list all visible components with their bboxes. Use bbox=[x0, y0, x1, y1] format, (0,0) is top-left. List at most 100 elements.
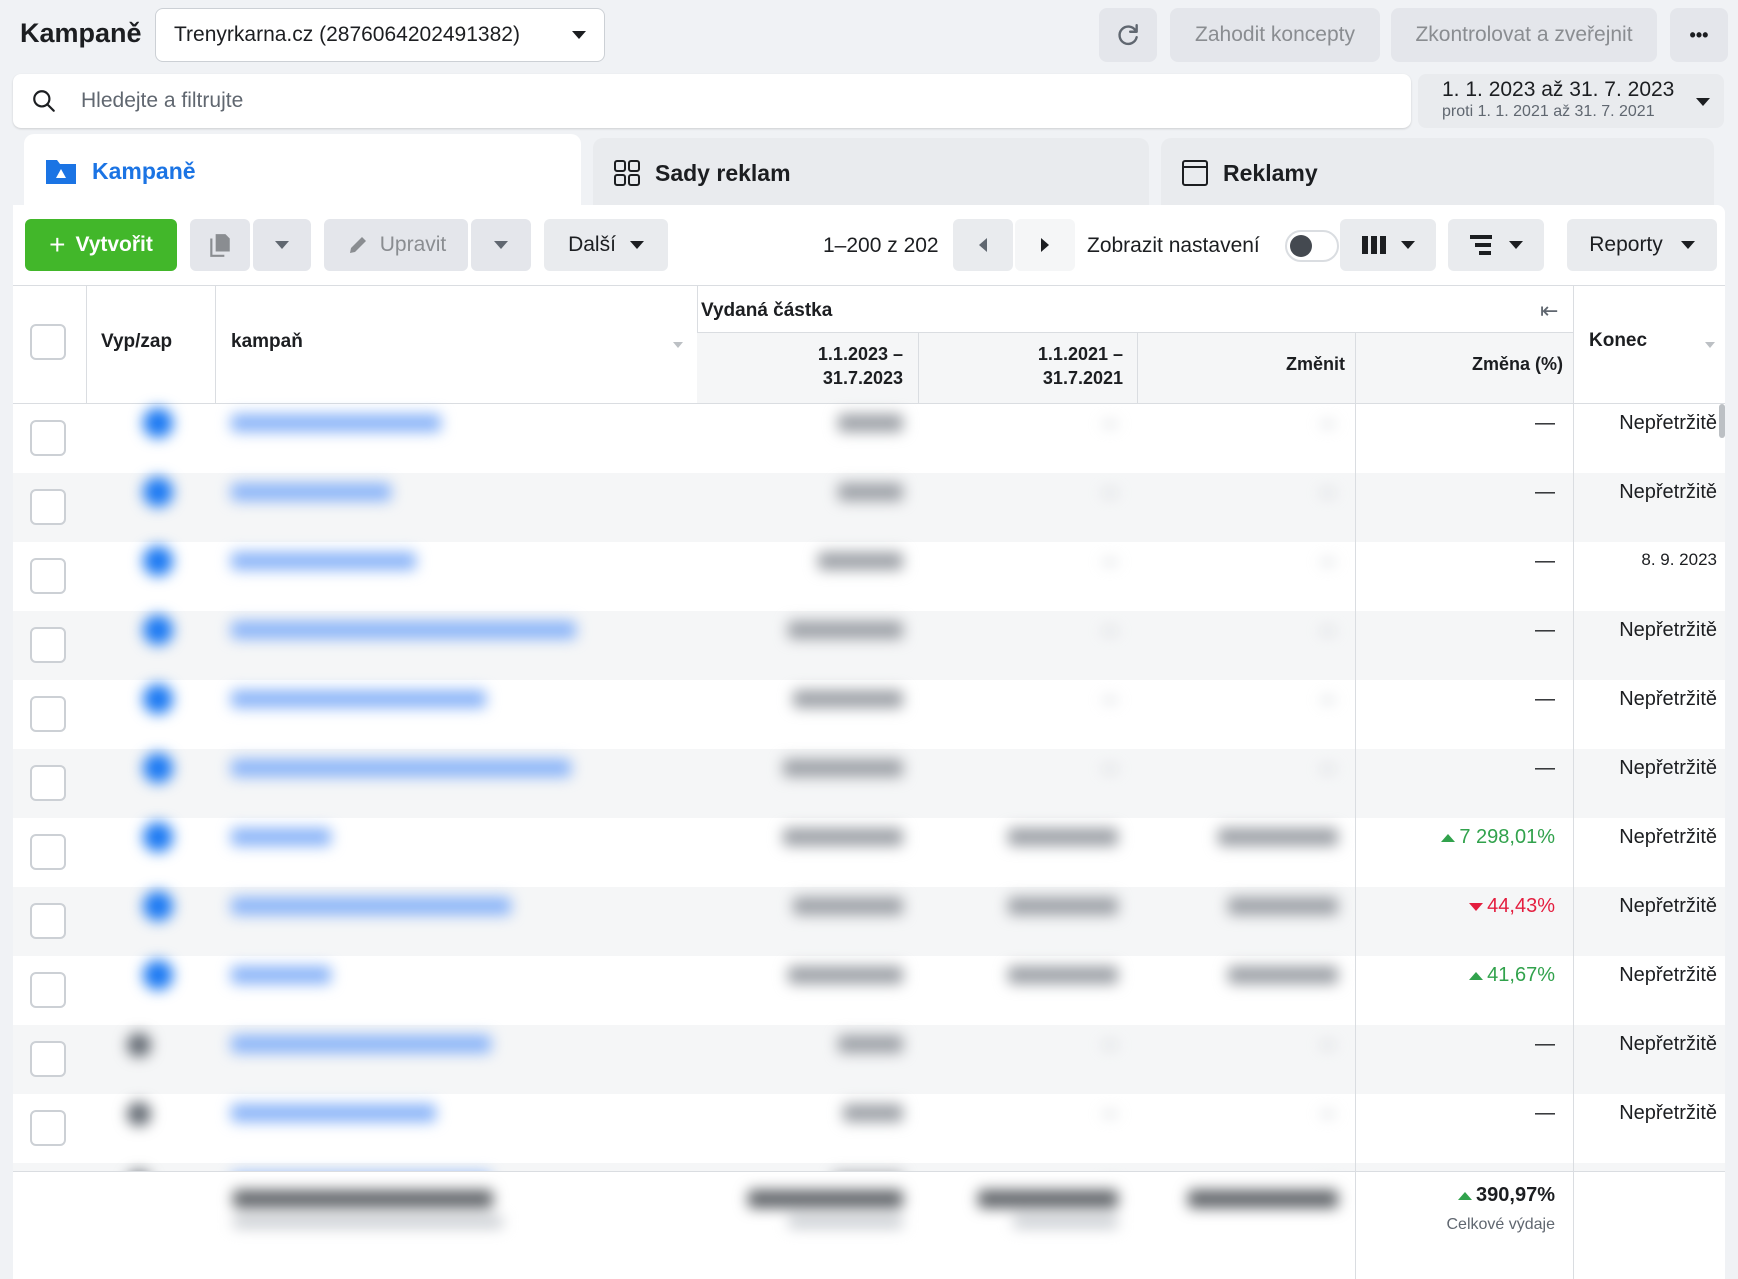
table-row[interactable]: — 8. 9. 2023 bbox=[13, 542, 1725, 611]
tab-ads[interactable]: Reklamy bbox=[1161, 138, 1714, 208]
prev-page-button[interactable] bbox=[953, 219, 1013, 271]
edit-dropdown[interactable] bbox=[471, 219, 531, 271]
duplicate-dropdown[interactable] bbox=[253, 219, 311, 271]
change-pct-value: — bbox=[1535, 1033, 1555, 1055]
campaign-toggle[interactable] bbox=[127, 1033, 151, 1057]
column-divider bbox=[86, 286, 87, 404]
campaign-name-link[interactable] bbox=[231, 621, 576, 639]
end-date-cell: Nepřetržitě bbox=[1619, 1102, 1717, 1124]
reports-button[interactable]: Reporty bbox=[1567, 219, 1717, 271]
empty-dash bbox=[1103, 767, 1117, 771]
discard-drafts-button[interactable]: Zahodit koncepty bbox=[1170, 8, 1380, 62]
column-divider bbox=[1573, 1172, 1574, 1279]
empty-dash bbox=[1321, 767, 1335, 771]
row-checkbox[interactable] bbox=[30, 1110, 66, 1146]
empty-dash bbox=[1321, 491, 1335, 495]
campaign-name-link[interactable] bbox=[231, 483, 391, 501]
campaign-name-link[interactable] bbox=[231, 759, 571, 777]
table-row[interactable]: 44,43% Nepřetržitě bbox=[13, 887, 1725, 956]
change-pct-cell: — bbox=[1361, 688, 1555, 711]
header-end[interactable]: Konec bbox=[1589, 330, 1647, 352]
create-button[interactable]: + Vytvořit bbox=[25, 219, 177, 271]
change-pct-cell: — bbox=[1361, 1102, 1555, 1125]
campaign-toggle[interactable] bbox=[143, 477, 173, 507]
campaign-toggle[interactable] bbox=[127, 1102, 151, 1126]
row-checkbox[interactable] bbox=[30, 765, 66, 801]
redacted-total-current bbox=[748, 1190, 903, 1208]
campaign-name-link[interactable] bbox=[231, 1104, 436, 1122]
row-checkbox[interactable] bbox=[30, 489, 66, 525]
next-page-button[interactable] bbox=[1015, 219, 1075, 271]
campaign-name-link[interactable] bbox=[231, 690, 486, 708]
date-range-picker[interactable]: 1. 1. 2023 až 31. 7. 2023 proti 1. 1. 20… bbox=[1418, 74, 1724, 128]
spend-change bbox=[1228, 897, 1338, 915]
campaign-name-link[interactable] bbox=[231, 1035, 491, 1053]
campaign-name-link[interactable] bbox=[231, 828, 331, 846]
table-row[interactable]: — Nepřetržitě bbox=[13, 680, 1725, 749]
campaign-toggle[interactable] bbox=[143, 546, 173, 576]
row-checkbox[interactable] bbox=[30, 903, 66, 939]
column-divider bbox=[215, 286, 216, 404]
table-row[interactable]: 7 298,01% Nepřetržitě bbox=[13, 818, 1725, 887]
campaign-name-link[interactable] bbox=[231, 414, 441, 432]
column-divider bbox=[918, 332, 919, 404]
campaign-toggle[interactable] bbox=[143, 408, 173, 438]
campaign-toggle[interactable] bbox=[143, 960, 173, 990]
row-checkbox[interactable] bbox=[30, 420, 66, 456]
table-row[interactable]: — Nepřetržitě bbox=[13, 404, 1725, 473]
row-checkbox[interactable] bbox=[30, 558, 66, 594]
top-bar: Kampaně Trenyrkarna.cz (2876064202491382… bbox=[0, 0, 1738, 70]
header-campaign[interactable]: kampaň bbox=[231, 331, 303, 353]
row-checkbox[interactable] bbox=[30, 972, 66, 1008]
spend-current bbox=[788, 621, 903, 639]
chevron-down-icon bbox=[1401, 241, 1415, 249]
row-checkbox[interactable] bbox=[30, 834, 66, 870]
end-date-cell: Nepřetržitě bbox=[1619, 412, 1717, 434]
table-row[interactable]: 41,67% Nepřetržitě bbox=[13, 956, 1725, 1025]
header-period-current[interactable]: 1.1.2023 – 31.7.2023 bbox=[703, 342, 903, 390]
duplicate-button[interactable] bbox=[190, 219, 250, 271]
campaign-toggle[interactable] bbox=[143, 684, 173, 714]
empty-dash bbox=[1321, 1043, 1335, 1047]
review-publish-button[interactable]: Zkontrolovat a zveřejnit bbox=[1391, 8, 1657, 62]
row-checkbox[interactable] bbox=[30, 627, 66, 663]
table-row[interactable]: — Nepřetržitě bbox=[13, 473, 1725, 542]
chevron-down-icon bbox=[1509, 241, 1523, 249]
account-select[interactable]: Trenyrkarna.cz (2876064202491382) bbox=[155, 8, 605, 62]
header-change[interactable]: Změnit bbox=[1143, 354, 1345, 375]
spend-current bbox=[838, 1035, 903, 1053]
spend-current bbox=[788, 966, 903, 984]
campaign-name-link[interactable] bbox=[231, 966, 331, 984]
row-checkbox[interactable] bbox=[30, 1041, 66, 1077]
breakdown-button[interactable] bbox=[1448, 219, 1544, 271]
chevron-left-icon bbox=[979, 238, 987, 252]
refresh-button[interactable] bbox=[1099, 8, 1157, 62]
page-title: Kampaně bbox=[20, 18, 142, 48]
header-change-pct[interactable]: Změna (%) bbox=[1361, 354, 1563, 375]
tab-campaigns[interactable]: Kampaně bbox=[24, 134, 581, 208]
header-toggle[interactable]: Vyp/zap bbox=[101, 331, 172, 353]
row-checkbox[interactable] bbox=[30, 696, 66, 732]
campaign-toggle[interactable] bbox=[143, 822, 173, 852]
more-actions-button[interactable]: Další bbox=[544, 219, 668, 271]
select-all-checkbox[interactable] bbox=[30, 324, 66, 360]
table-row[interactable]: — Nepřetržitě bbox=[13, 749, 1725, 818]
campaign-name-link[interactable] bbox=[231, 897, 511, 915]
table-scrollbar[interactable] bbox=[1719, 404, 1725, 438]
campaign-toggle[interactable] bbox=[143, 615, 173, 645]
search-input[interactable] bbox=[81, 89, 1281, 113]
change-pct-cell: — bbox=[1361, 1033, 1555, 1056]
show-settings-toggle[interactable] bbox=[1285, 230, 1339, 262]
more-options-button[interactable]: ••• bbox=[1670, 8, 1728, 62]
campaign-toggle[interactable] bbox=[143, 891, 173, 921]
tab-adsets[interactable]: Sady reklam bbox=[593, 138, 1149, 208]
table-toolbar: + Vytvořit Upravit Další 1–200 z 202 Zob… bbox=[13, 205, 1725, 285]
campaign-name-link[interactable] bbox=[231, 552, 416, 570]
header-period-compare[interactable]: 1.1.2021 – 31.7.2021 bbox=[923, 342, 1123, 390]
edit-button[interactable]: Upravit bbox=[324, 219, 468, 271]
campaign-toggle[interactable] bbox=[143, 753, 173, 783]
table-row[interactable]: — Nepřetržitě bbox=[13, 1094, 1725, 1163]
table-row[interactable]: — Nepřetržitě bbox=[13, 611, 1725, 680]
table-row[interactable]: — Nepřetržitě bbox=[13, 1025, 1725, 1094]
columns-button[interactable] bbox=[1340, 219, 1436, 271]
